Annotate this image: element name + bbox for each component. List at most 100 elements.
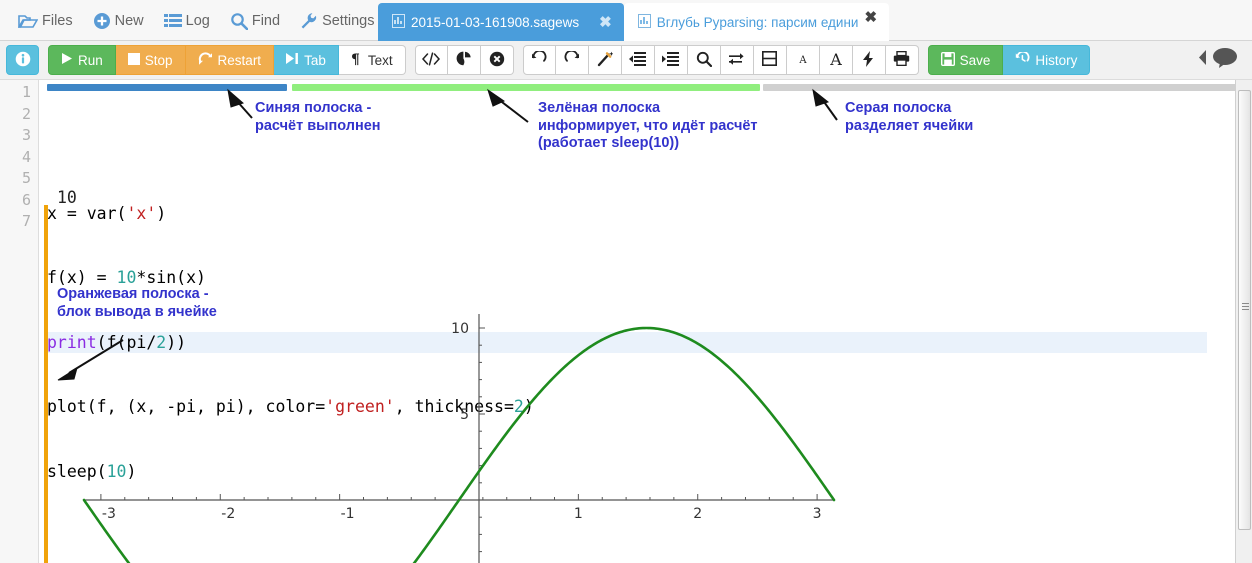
list-icon (163, 13, 182, 29)
tab-close-icon[interactable]: ✖ (862, 8, 877, 26)
restart-label: Restart (217, 52, 262, 68)
svg-text:¶: ¶ (351, 52, 360, 66)
big-a-icon: A (827, 50, 845, 70)
line-number-gutter: 1 2 3 4 5 6 7 (0, 80, 39, 563)
x-tick-label: 3 (813, 506, 822, 522)
tab-close-icon[interactable]: ✖ (585, 13, 612, 31)
tab-label-pyparsing: Вглубь Pyparsing: парсим едини (656, 14, 859, 30)
line-number: 1 (21, 83, 31, 101)
save-label: Save (959, 52, 991, 68)
line-number: 4 (21, 147, 31, 166)
history-icon (1015, 50, 1030, 69)
search-icon (696, 51, 712, 70)
annotation-blue-bar: Синяя полоска - расчёт выполнен (255, 100, 381, 134)
scrollbar-grip (1242, 303, 1249, 310)
save-button[interactable]: Save (927, 45, 1004, 75)
run-label: Run (78, 52, 103, 68)
line-number: 3 (21, 126, 31, 144)
pilcrow-icon: ¶ (351, 52, 363, 69)
html-button[interactable] (414, 45, 448, 75)
redo-button[interactable] (555, 45, 589, 75)
indent-button[interactable] (654, 45, 688, 75)
top-bar: Files New Log Find Settings 2015-01-03-1… (0, 0, 1252, 41)
menu-item-find[interactable]: Find (220, 0, 290, 41)
bolt-icon (863, 50, 874, 70)
restart-button[interactable]: Restart (185, 45, 275, 75)
floppy-icon (940, 51, 955, 69)
menu-label-find: Find (251, 12, 281, 29)
pie-chart-icon (456, 51, 472, 70)
sage-plot: -3-2-1123-5510 (64, 310, 854, 563)
line-number: 2 (21, 104, 31, 123)
tab-button[interactable]: Tab (274, 45, 339, 75)
x-tick-label: -2 (221, 506, 235, 522)
tab-pyparsing[interactable]: Вглубь Pyparsing: парсим едини ✖ (623, 3, 890, 41)
toolbar-group-edit: A A (522, 45, 919, 75)
menu-item-files[interactable]: Files (8, 0, 83, 41)
svg-text:A: A (798, 55, 807, 66)
caret-left-icon[interactable] (1197, 49, 1208, 71)
text-button[interactable]: ¶ Text (338, 45, 406, 75)
stop-button[interactable]: Stop (115, 45, 186, 75)
sagemath-cloud-window: Files New Log Find Settings 2015-01-03-1… (0, 0, 1252, 563)
print-button[interactable] (885, 45, 919, 75)
info-button[interactable] (6, 45, 39, 75)
menu-label-files: Files (42, 12, 73, 29)
outdent-button[interactable] (621, 45, 655, 75)
cell-status-bar-blue[interactable] (47, 84, 287, 91)
y-tick-label: 10 (451, 321, 469, 337)
tab-label: Tab (304, 52, 326, 68)
line-number: 7 (21, 212, 31, 230)
chat-bubble-icon[interactable] (1212, 47, 1238, 74)
file-tabs: 2015-01-03-161908.sagews ✖ Вглубь Pypars… (378, 0, 890, 41)
tab-label-sagews: 2015-01-03-161908.sagews (411, 14, 580, 30)
font-decrease-button[interactable]: A (786, 45, 820, 75)
search-button[interactable] (687, 45, 721, 75)
undo-icon (531, 49, 547, 69)
vertical-scrollbar[interactable] (1235, 80, 1252, 563)
line-number: 6 (21, 190, 31, 209)
bolt-button[interactable] (852, 45, 886, 75)
magic-wand-icon (596, 51, 614, 70)
outdent-icon (629, 51, 647, 69)
x-tick-label: -3 (102, 506, 116, 522)
split-pane-icon (762, 51, 778, 69)
refresh-icon (198, 51, 213, 69)
play-icon (61, 52, 73, 68)
menu-label-settings: Settings (322, 12, 375, 29)
font-increase-button[interactable]: A (819, 45, 853, 75)
chart-button[interactable] (447, 45, 481, 75)
scrollbar-thumb[interactable] (1238, 90, 1251, 530)
line-number: 5 (21, 169, 31, 187)
times-circle-icon (489, 51, 505, 70)
run-button[interactable]: Run (48, 45, 116, 75)
chat-controls (1197, 47, 1252, 74)
folder-open-icon (18, 12, 38, 30)
cell-status-bar-green[interactable] (292, 84, 760, 91)
replace-button[interactable] (720, 45, 754, 75)
undo-button[interactable] (522, 45, 556, 75)
x-tick-label: 2 (693, 506, 702, 522)
printer-icon (893, 50, 910, 69)
cell-output-block: 10 -3-2-1123-5510 (44, 188, 1244, 563)
cell-status-bar-grey[interactable] (763, 84, 1243, 91)
format-button[interactable] (588, 45, 622, 75)
history-button[interactable]: History (1003, 45, 1091, 75)
plus-circle-icon (93, 12, 111, 30)
menu-item-new[interactable]: New (83, 0, 154, 41)
search-icon (230, 12, 248, 30)
tab-sagews[interactable]: 2015-01-03-161908.sagews ✖ (378, 3, 624, 41)
plot-curve (82, 326, 836, 563)
indent-icon (662, 51, 680, 69)
exchange-icon (728, 52, 745, 69)
toolbar-group-info (6, 45, 39, 75)
clear-button[interactable] (480, 45, 514, 75)
tab-icon (286, 52, 299, 68)
stop-label: Stop (144, 52, 173, 68)
menu-item-settings[interactable]: Settings (290, 0, 384, 41)
menu-item-log[interactable]: Log (154, 0, 220, 41)
file-chart-icon (392, 13, 405, 31)
annotation-grey-bar: Серая полоска разделяет ячейки (845, 100, 974, 134)
toolbar-group-insert (414, 45, 514, 75)
split-pane-button[interactable] (753, 45, 787, 75)
